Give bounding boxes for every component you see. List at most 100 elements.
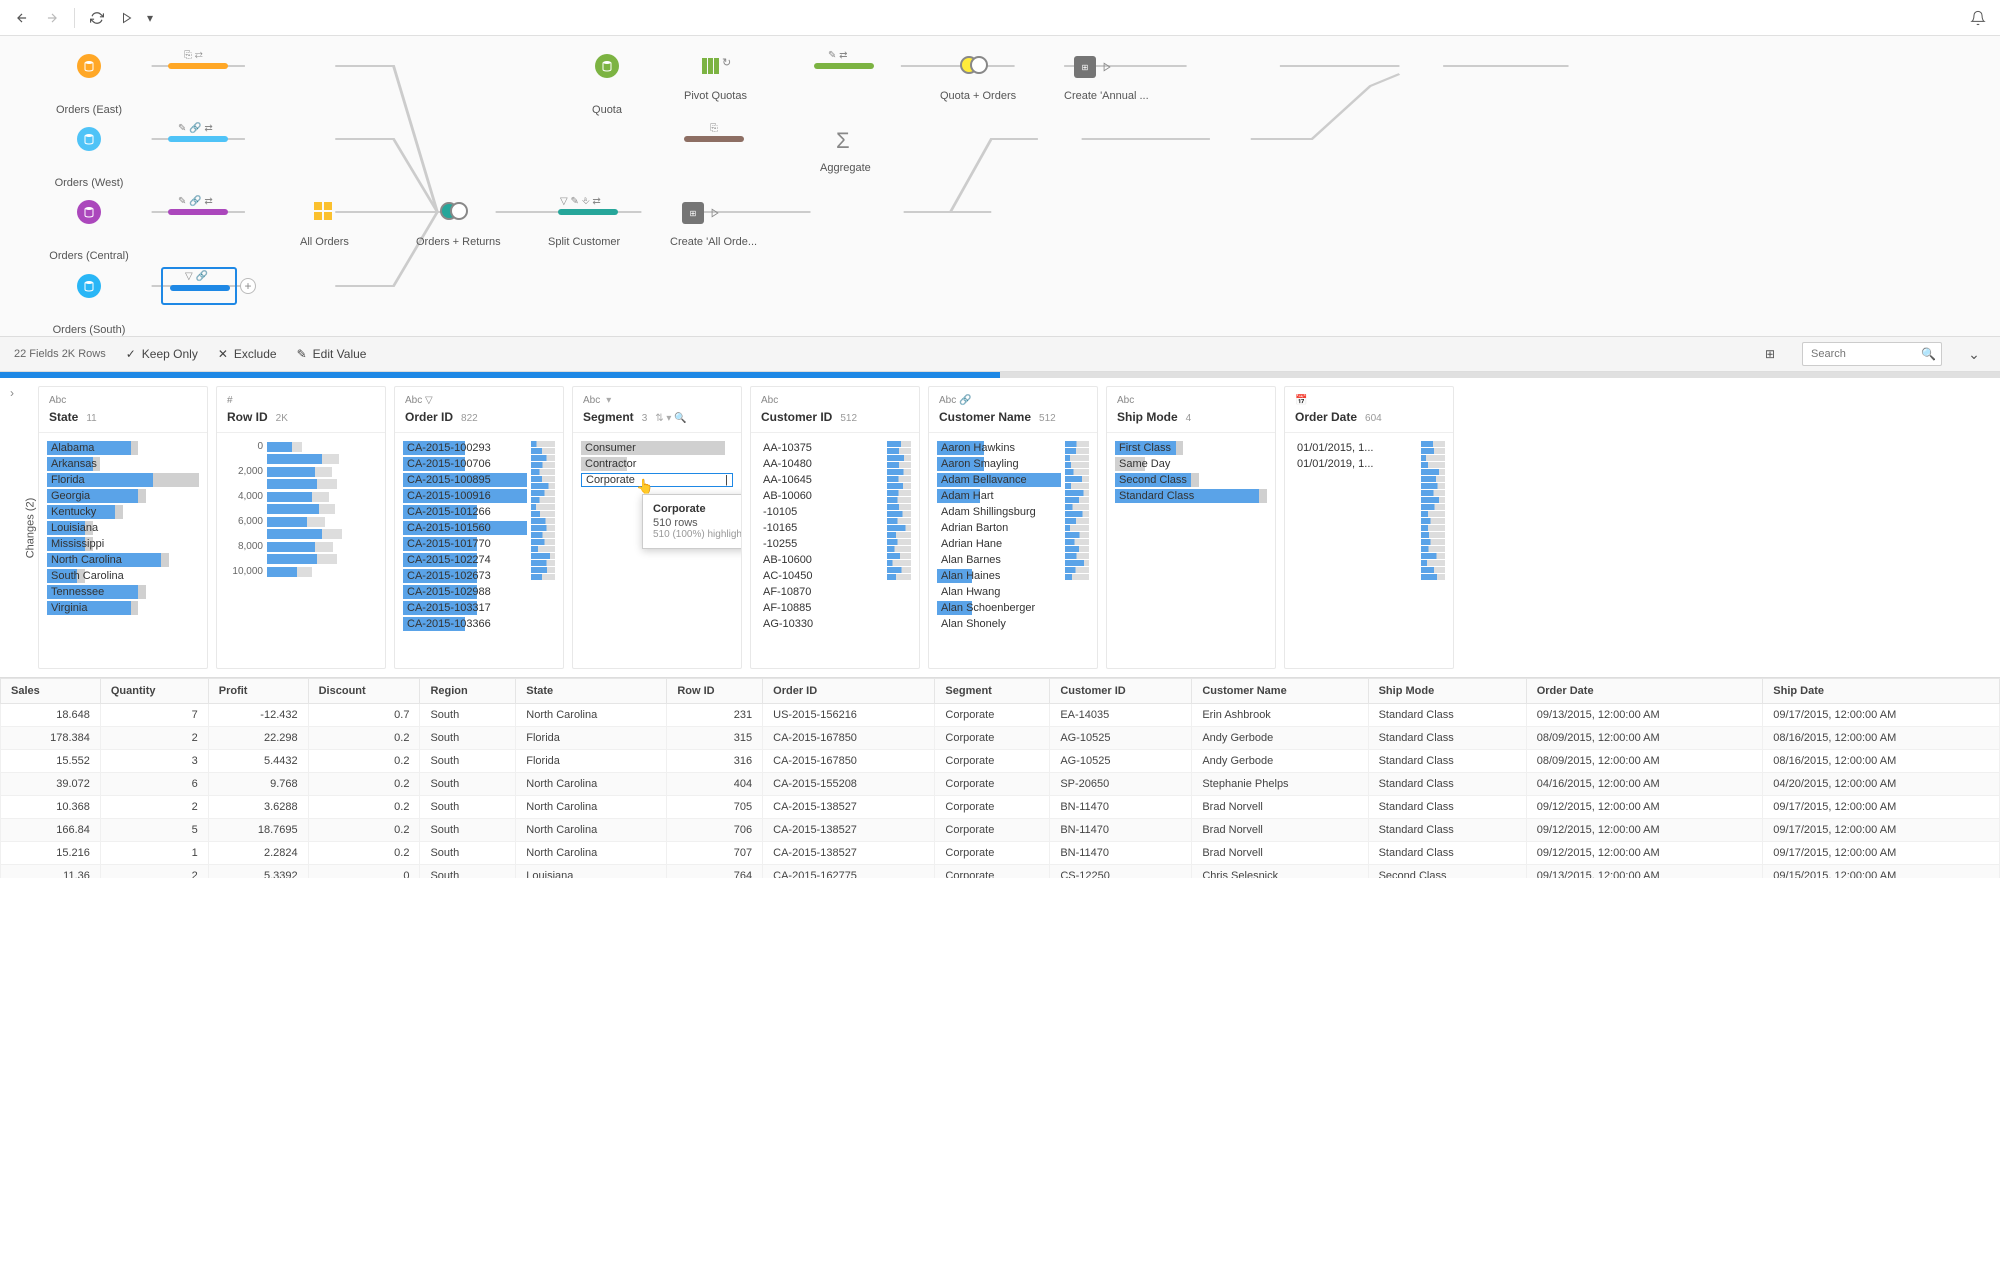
- flow-node-quota-orders[interactable]: [960, 56, 992, 80]
- profile-value[interactable]: CA-2015-102988: [403, 585, 527, 599]
- profile-value[interactable]: Louisiana: [47, 521, 199, 535]
- profile-value[interactable]: Alan Schoenberger: [937, 601, 1061, 615]
- grid-header[interactable]: Order Date: [1526, 679, 1763, 704]
- profile-value[interactable]: AF-10885: [759, 601, 883, 615]
- profile-value[interactable]: -10165: [759, 521, 883, 535]
- refresh-button[interactable]: [85, 6, 109, 30]
- profile-value[interactable]: Alan Hwang: [937, 585, 1061, 599]
- profile-value[interactable]: First Class: [1115, 441, 1267, 455]
- profile-value[interactable]: Kentucky: [47, 505, 199, 519]
- profile-value[interactable]: Alan Haines: [937, 569, 1061, 583]
- play-icon[interactable]: [1102, 62, 1112, 72]
- flow-node-all-orders[interactable]: [314, 202, 332, 220]
- table-row[interactable]: 11.3625.33920SouthLouisiana764CA-2015-16…: [1, 865, 2000, 879]
- run-button[interactable]: [115, 6, 139, 30]
- profile-value[interactable]: South Carolina: [47, 569, 199, 583]
- profile-value[interactable]: 01/01/2019, 1...: [1293, 457, 1417, 471]
- grid-header[interactable]: Profit: [208, 679, 308, 704]
- add-step-button[interactable]: +: [240, 278, 256, 294]
- grid-header[interactable]: Sales: [1, 679, 101, 704]
- profile-value[interactable]: AB-10600: [759, 553, 883, 567]
- expand-pane-button[interactable]: ⌄: [1962, 342, 1986, 366]
- flow-step-bar[interactable]: [168, 63, 228, 69]
- flow-node-split-customer[interactable]: [558, 209, 618, 215]
- flow-node-orders-returns[interactable]: [440, 202, 472, 226]
- run-dropdown[interactable]: ▾: [145, 6, 155, 30]
- profile-value[interactable]: Aaron Smayling: [937, 457, 1061, 471]
- grid-header[interactable]: Discount: [308, 679, 420, 704]
- table-row[interactable]: 15.55235.44320.2SouthFlorida316CA-2015-1…: [1, 750, 2000, 773]
- profile-value[interactable]: 01/01/2015, 1...: [1293, 441, 1417, 455]
- profile-column-order-date[interactable]: 📅 Order Date 604 01/01/2015, 1...01/01/2…: [1284, 386, 1454, 669]
- back-button[interactable]: [10, 6, 34, 30]
- exclude-button[interactable]: ✕Exclude: [218, 347, 277, 361]
- profile-column-order-id[interactable]: Abc ▽ Order ID 822 CA-2015-100293CA-2015…: [394, 386, 564, 669]
- profile-value[interactable]: Same Day: [1115, 457, 1267, 471]
- flow-step-selected[interactable]: ▽ 🔗: [161, 267, 237, 305]
- profile-value[interactable]: Adrian Hane: [937, 537, 1061, 551]
- profile-value[interactable]: AF-10870: [759, 585, 883, 599]
- profile-value[interactable]: -10255: [759, 537, 883, 551]
- profile-value[interactable]: Adrian Barton: [937, 521, 1061, 535]
- profile-value[interactable]: AA-10645: [759, 473, 883, 487]
- grid-header[interactable]: Ship Mode: [1368, 679, 1526, 704]
- profile-value[interactable]: Consumer: [581, 441, 733, 455]
- flow-node-orders-west[interactable]: Orders (West): [34, 127, 144, 189]
- flow-step-bar[interactable]: [814, 63, 874, 69]
- flow-node-quota[interactable]: Quota: [552, 54, 662, 116]
- profile-value[interactable]: CA-2015-102673: [403, 569, 527, 583]
- profile-value[interactable]: Georgia: [47, 489, 199, 503]
- edit-value-button[interactable]: ✎Edit Value: [297, 347, 367, 361]
- profile-column-ship-mode[interactable]: Abc Ship Mode 4 First ClassSame DaySecon…: [1106, 386, 1276, 669]
- profile-column-state[interactable]: Abc State 11 AlabamaArkansasFloridaGeorg…: [38, 386, 208, 669]
- column-dropdown[interactable]: ▾: [606, 395, 611, 406]
- profile-value[interactable]: Mississippi: [47, 537, 199, 551]
- profile-value[interactable]: CA-2015-102274: [403, 553, 527, 567]
- keep-only-button[interactable]: ✓Keep Only: [126, 347, 198, 361]
- flow-canvas[interactable]: Orders (East) ⎘ ⇄ Orders (West) ✎ 🔗 ⇄ Or…: [0, 36, 2000, 336]
- profile-value[interactable]: AB-10060: [759, 489, 883, 503]
- profile-value[interactable]: Tennessee: [47, 585, 199, 599]
- profile-value[interactable]: North Carolina: [47, 553, 199, 567]
- profile-value[interactable]: Arkansas: [47, 457, 199, 471]
- profile-value[interactable]: Corporate|Corporate510 rows510 (100%) hi…: [581, 473, 733, 487]
- grid-header[interactable]: Quantity: [100, 679, 208, 704]
- profile-value[interactable]: Adam Bellavance: [937, 473, 1061, 487]
- flow-step-bar[interactable]: [168, 136, 228, 142]
- view-mode-button[interactable]: ⊞: [1758, 342, 1782, 366]
- profile-value[interactable]: Virginia: [47, 601, 199, 615]
- flow-node-create-all-orders[interactable]: ⊞: [682, 202, 720, 224]
- flow-step-bar[interactable]: [684, 136, 744, 142]
- grid-header[interactable]: Customer ID: [1050, 679, 1192, 704]
- profile-column-row-id[interactable]: # Row ID 2K 02,0004,0006,0008,00010,000: [216, 386, 386, 669]
- table-row[interactable]: 18.6487-12.4320.7SouthNorth Carolina231U…: [1, 704, 2000, 727]
- profile-value[interactable]: AG-10330: [759, 617, 883, 631]
- profile-value[interactable]: CA-2015-101266: [403, 505, 527, 519]
- profile-value[interactable]: Alabama: [47, 441, 199, 455]
- flow-node-orders-east[interactable]: Orders (East): [34, 54, 144, 116]
- flow-node-pivot[interactable]: [702, 58, 719, 74]
- notifications-button[interactable]: [1966, 6, 1990, 30]
- table-row[interactable]: 178.384222.2980.2SouthFlorida315CA-2015-…: [1, 727, 2000, 750]
- profile-value[interactable]: Second Class: [1115, 473, 1267, 487]
- column-actions[interactable]: ⇅ ▾ 🔍: [655, 413, 686, 424]
- grid-header[interactable]: Region: [420, 679, 516, 704]
- grid-header[interactable]: State: [516, 679, 667, 704]
- profile-column-customer-id[interactable]: Abc Customer ID 512 AA-10375AA-10480AA-1…: [750, 386, 920, 669]
- profile-value[interactable]: Adam Hart: [937, 489, 1061, 503]
- profile-value[interactable]: CA-2015-100916: [403, 489, 527, 503]
- profile-value[interactable]: -10105: [759, 505, 883, 519]
- grid-header[interactable]: Order ID: [763, 679, 935, 704]
- profile-value[interactable]: Standard Class: [1115, 489, 1267, 503]
- table-row[interactable]: 15.21612.28240.2SouthNorth Carolina707CA…: [1, 842, 2000, 865]
- profile-value[interactable]: CA-2015-103366: [403, 617, 527, 631]
- profile-value[interactable]: AA-10480: [759, 457, 883, 471]
- changes-tab[interactable]: Changes (2): [24, 497, 36, 558]
- grid-header[interactable]: Segment: [935, 679, 1050, 704]
- profile-value[interactable]: CA-2015-101560: [403, 521, 527, 535]
- profile-value[interactable]: CA-2015-101770: [403, 537, 527, 551]
- profile-value[interactable]: Aaron Hawkins: [937, 441, 1061, 455]
- flow-node-orders-central[interactable]: Orders (Central): [34, 200, 144, 262]
- profile-value[interactable]: CA-2015-100293: [403, 441, 527, 455]
- grid-header[interactable]: Customer Name: [1192, 679, 1368, 704]
